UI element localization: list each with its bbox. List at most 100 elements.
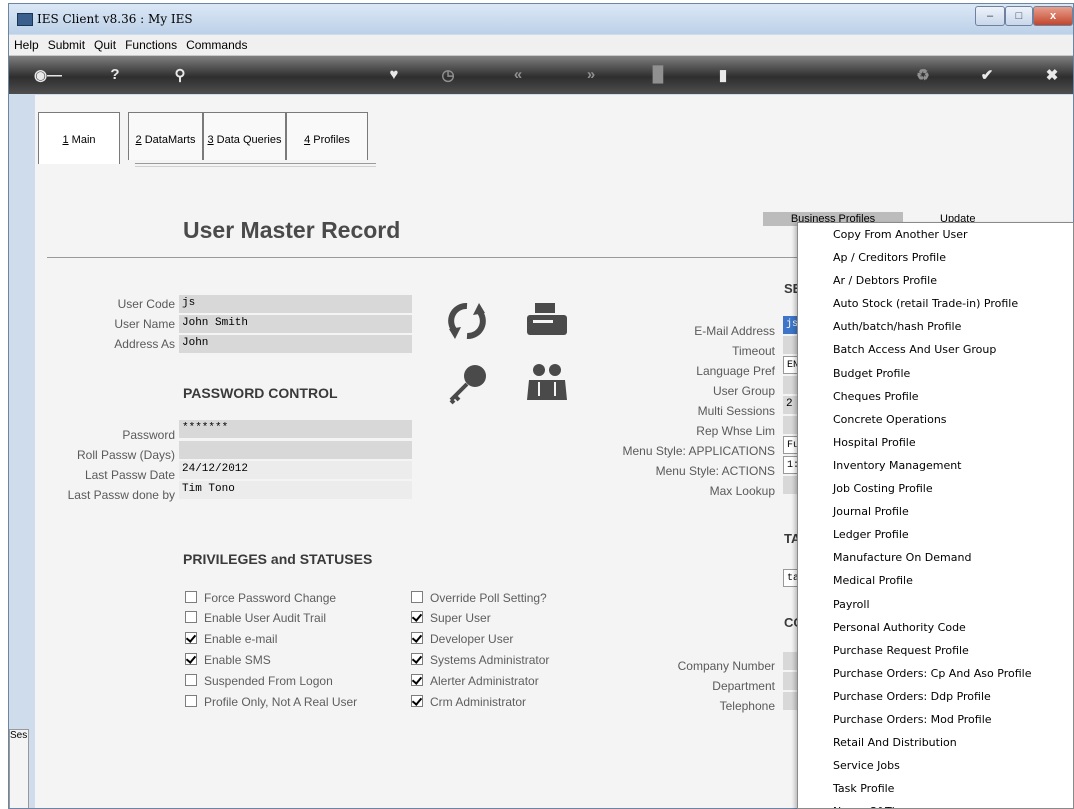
menu-submit[interactable]: Submit — [43, 35, 89, 52]
refresh-icon[interactable] — [445, 301, 489, 344]
user-code-field[interactable]: js — [179, 295, 412, 313]
menu-item-po-mod[interactable]: Purchase Orders: Mod Profile — [798, 708, 1073, 731]
address-as-field[interactable]: John — [179, 335, 412, 353]
divider — [47, 257, 807, 258]
tab-data-queries[interactable]: 3 Data Queries — [203, 112, 286, 160]
page-icon[interactable]: ▮ — [712, 66, 734, 84]
last-passw-by-field: Tim Tono — [179, 481, 412, 499]
close-icon[interactable]: ✖ — [1041, 66, 1063, 84]
menu-help[interactable]: Help — [9, 35, 43, 52]
window-title: IES Client v8.36 : My IES — [37, 12, 193, 26]
alerter-administrator-checkbox[interactable]: Alerter Administrator — [411, 674, 539, 688]
menu-item-job-costing[interactable]: Job Costing Profile — [798, 477, 1073, 500]
user-name-field[interactable]: John Smith — [179, 315, 412, 333]
menu-item-manufacture[interactable]: Manufacture On Demand — [798, 546, 1073, 569]
rewind-icon[interactable]: « — [507, 66, 529, 83]
key-icon[interactable]: ◉— — [31, 66, 65, 84]
menu-item-journal[interactable]: Journal Profile — [798, 500, 1073, 523]
profile-only-checkbox[interactable]: Profile Only, Not A Real User — [185, 695, 357, 709]
last-passw-by-label: Last Passw done by — [67, 488, 175, 502]
multi-sessions-label: Multi Sessions — [697, 404, 775, 418]
menu-item-ledger[interactable]: Ledger Profile — [798, 523, 1073, 546]
search-icon[interactable]: ⚲ — [169, 66, 191, 84]
menu-item-hospital[interactable]: Hospital Profile — [798, 431, 1073, 454]
menu-style-applications-label: Menu Style: APPLICATIONS — [622, 444, 775, 458]
menu-item-task[interactable]: Task Profile — [798, 777, 1073, 800]
force-password-change-checkbox[interactable]: Force Password Change — [185, 591, 336, 605]
menu-item-budget[interactable]: Budget Profile — [798, 362, 1073, 385]
fast-forward-icon[interactable]: » — [580, 66, 602, 83]
menu-item-po-ddp[interactable]: Purchase Orders: Ddp Profile — [798, 685, 1073, 708]
recycle-icon[interactable]: ♻ — [912, 66, 934, 84]
user-name-label: User Name — [114, 317, 175, 331]
enable-audit-trail-checkbox[interactable]: Enable User Audit Trail — [185, 611, 326, 625]
enable-sms-checkbox[interactable]: Enable SMS — [185, 653, 271, 667]
close-button[interactable]: x — [1033, 6, 1073, 26]
last-passw-date-field: 24/12/2012 — [179, 461, 412, 479]
tool-icon[interactable]: █ — [647, 66, 669, 83]
timeout-label: Timeout — [732, 344, 775, 358]
menu-item-payroll[interactable]: Payroll — [798, 593, 1073, 616]
department-label: Department — [712, 679, 775, 693]
menu-item-inventory[interactable]: Inventory Management — [798, 454, 1073, 477]
menu-style-actions-label: Menu Style: ACTIONS — [655, 464, 775, 478]
menu-item-retail[interactable]: Retail And Distribution — [798, 731, 1073, 754]
business-profiles-menu: Copy From Another User Ap / Creditors Pr… — [797, 222, 1074, 809]
company-number-label: Company Number — [677, 659, 775, 673]
password-field[interactable]: ******* — [179, 420, 412, 438]
last-passw-date-label: Last Passw Date — [84, 468, 175, 482]
maximize-button[interactable]: □ — [1005, 6, 1033, 26]
menu-item-ar-debtors[interactable]: Ar / Debtors Profile — [798, 269, 1073, 292]
override-poll-checkbox[interactable]: Override Poll Setting? — [411, 591, 547, 605]
menu-item-name-of[interactable]: Name Of Th... — [798, 800, 1073, 808]
roll-passw-label: Roll Passw (Days) — [76, 448, 175, 462]
super-user-checkbox[interactable]: Super User — [411, 611, 491, 625]
language-pref-label: Language Pref — [696, 364, 775, 378]
suspended-from-logon-checkbox[interactable]: Suspended From Logon — [185, 674, 333, 688]
crm-administrator-checkbox[interactable]: Crm Administrator — [411, 695, 526, 709]
menu-commands[interactable]: Commands — [181, 35, 251, 52]
enable-email-checkbox[interactable]: Enable e-mail — [185, 632, 277, 646]
menu-functions[interactable]: Functions — [120, 35, 181, 52]
menu-item-batch-access[interactable]: Batch Access And User Group — [798, 338, 1073, 361]
tab-profiles[interactable]: 4 Profiles — [286, 112, 368, 160]
roll-passw-field[interactable] — [179, 441, 412, 459]
menu-bar: Help Submit Quit Functions Commands — [9, 35, 1073, 56]
menu-item-cheques[interactable]: Cheques Profile — [798, 385, 1073, 408]
menu-item-medical[interactable]: Medical Profile — [798, 569, 1073, 592]
toolbar: ◉— ? ⚲ ♥ ◷ « » █ ▮ ♻ ✔ ✖ — [9, 56, 1073, 94]
session-box[interactable]: Ses — [9, 729, 29, 808]
max-lookup-label: Max Lookup — [709, 484, 775, 498]
telephone-label: Telephone — [719, 699, 775, 713]
menu-item-personal-authority[interactable]: Personal Authority Code — [798, 616, 1073, 639]
menu-item-ap-creditors[interactable]: Ap / Creditors Profile — [798, 246, 1073, 269]
menu-item-concrete[interactable]: Concrete Operations — [798, 408, 1073, 431]
key-icon[interactable] — [445, 362, 489, 409]
privileges-heading: PRIVILEGES and STATUSES — [183, 551, 373, 567]
menu-item-auto-stock[interactable]: Auto Stock (retail Trade-in) Profile — [798, 292, 1073, 315]
printer-icon[interactable] — [525, 301, 569, 340]
session-label: Ses — [10, 730, 28, 741]
tab-datamarts[interactable]: 2 DataMarts — [128, 112, 203, 160]
minimize-button[interactable]: – — [975, 6, 1005, 26]
menu-quit[interactable]: Quit — [89, 35, 120, 52]
address-as-label: Address As — [114, 337, 175, 351]
menu-item-purchase-request[interactable]: Purchase Request Profile — [798, 639, 1073, 662]
title-bar: IES Client v8.36 : My IES – □ x — [9, 4, 1073, 34]
systems-administrator-checkbox[interactable]: Systems Administrator — [411, 653, 549, 667]
tab-main[interactable]: 1 Main — [38, 112, 120, 164]
menu-item-copy-user[interactable]: Copy From Another User — [798, 223, 1073, 246]
help-icon[interactable]: ? — [104, 66, 126, 83]
user-group-label: User Group — [712, 384, 775, 398]
clock-icon[interactable]: ◷ — [437, 66, 459, 84]
heart-icon[interactable]: ♥ — [383, 66, 405, 83]
users-icon[interactable] — [525, 362, 569, 405]
menu-item-service-jobs[interactable]: Service Jobs — [798, 754, 1073, 777]
tab-strip: 1 Main 2 DataMarts 3 Data Queries 4 Prof… — [38, 112, 376, 167]
page-title: User Master Record — [183, 217, 401, 243]
check-icon[interactable]: ✔ — [976, 66, 998, 84]
menu-item-auth-batch-hash[interactable]: Auth/batch/hash Profile — [798, 315, 1073, 338]
app-icon — [17, 13, 33, 26]
developer-user-checkbox[interactable]: Developer User — [411, 632, 513, 646]
menu-item-po-cp-aso[interactable]: Purchase Orders: Cp And Aso Profile — [798, 662, 1073, 685]
